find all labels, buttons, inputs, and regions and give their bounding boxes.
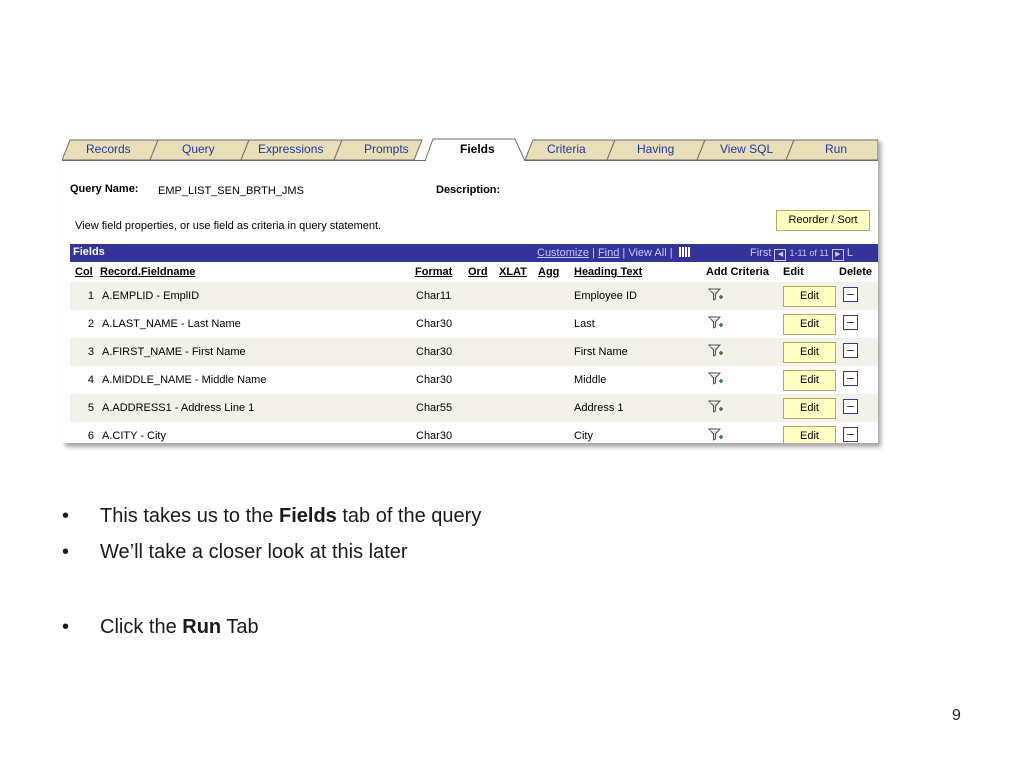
minus-icon[interactable] [843,287,858,302]
col-header-record-fieldname[interactable]: Record.Fieldname [100,266,195,278]
minus-icon[interactable] [843,427,858,442]
col-header-edit: Edit [783,266,804,278]
tab-expressions[interactable]: Expressions [258,142,323,156]
view-all-link[interactable]: View All [628,247,666,259]
filter-add-icon[interactable] [708,287,724,303]
row-record-fieldname: A.EMPLID - EmplID [102,290,200,302]
tab-query[interactable]: Query [182,142,215,156]
edit-button[interactable]: Edit [783,314,836,335]
row-col-number: 6 [87,430,94,442]
fields-grid-header-bar: Fields Customize | Find | View All | Fir… [70,244,878,262]
col-header-col[interactable]: Col [75,266,93,278]
col-header-format[interactable]: Format [415,266,452,278]
row-format: Char30 [416,346,453,358]
customize-link[interactable]: Customize [537,247,589,259]
bullet-2-text: We’ll take a closer look at this later [100,541,408,563]
row-format: Char55 [416,402,453,414]
filter-add-icon[interactable] [708,399,724,415]
row-record-fieldname: A.MIDDLE_NAME - Middle Name [102,374,267,386]
row-col-number: 1 [87,290,94,302]
col-header-heading-text[interactable]: Heading Text [574,266,642,278]
first-link[interactable]: First [750,247,771,259]
filter-add-icon[interactable] [708,343,724,359]
edit-button[interactable]: Edit [783,398,836,419]
filter-add-icon[interactable] [708,427,724,443]
query-name-value: EMP_LIST_SEN_BRTH_JMS [158,185,304,197]
bullet-1-post: tab of the query [336,505,482,527]
next-icon[interactable]: ▶ [831,249,844,261]
row-col-number: 3 [87,346,94,358]
row-format: Char30 [416,374,453,386]
row-format: Char30 [416,318,453,330]
tab-having[interactable]: Having [637,142,674,156]
tab-fields[interactable]: Fields [460,142,495,156]
bullet-marker: • [62,505,70,527]
edit-button[interactable]: Edit [783,426,836,443]
grid-icon[interactable] [678,247,690,257]
description-label: Description: [436,184,501,196]
query-manager-screenshot: Records Query Expressions Prompts Fields… [62,137,878,443]
fields-grid-title: Fields [73,246,105,258]
row-record-fieldname: A.ADDRESS1 - Address Line 1 [102,402,255,414]
prev-icon[interactable]: ◀ [774,249,787,261]
bullet-marker: • [62,541,70,563]
row-heading-text: Middle [574,374,607,386]
info-text: View field properties, or use field as c… [75,220,382,232]
tab-criteria[interactable]: Criteria [547,142,586,156]
edit-button[interactable]: Edit [783,342,836,363]
find-link[interactable]: Find [598,247,619,259]
table-row: 2 A.LAST_NAME - Last Name Char30 Last Edit [70,310,878,338]
table-row: 6 A.CITY - City Char30 City Edit [70,422,878,443]
grid-navigation: First ◀ 1-11 of 11 ▶ L [750,247,853,261]
minus-icon[interactable] [843,315,858,330]
tab-run[interactable]: Run [825,142,847,156]
bullet-marker: • [62,616,70,638]
tab-view-sql[interactable]: View SQL [720,142,773,156]
col-header-agg[interactable]: Agg [538,266,559,278]
row-heading-text: First Name [574,346,628,358]
reorder-sort-button[interactable]: Reorder / Sort [776,210,870,231]
col-header-xlat[interactable]: XLAT [499,266,527,278]
edit-button[interactable]: Edit [783,286,836,307]
filter-add-icon[interactable] [708,315,724,331]
row-heading-text: Address 1 [574,402,624,414]
table-row: 4 A.MIDDLE_NAME - Middle Name Char30 Middle… [70,366,878,394]
minus-icon[interactable] [843,371,858,386]
row-col-number: 2 [87,318,94,330]
table-row: 5 A.ADDRESS1 - Address Line 1 Char55 Addres… [70,394,878,422]
row-record-fieldname: A.FIRST_NAME - First Name [102,346,246,358]
bullet-3-post: Tab [221,616,259,638]
last-link[interactable]: L [847,247,853,259]
edit-button[interactable]: Edit [783,370,836,391]
bullet-3-pre: Click the [100,616,183,638]
row-heading-text: Employee ID [574,290,637,302]
table-row: 1 A.EMPLID - EmplID Char11 Employee ID Edit [70,282,878,310]
bullet-1-bold: Fields [278,505,337,527]
col-header-add-criteria: Add Criteria [706,266,769,278]
bullet-1-pre: This takes us to the [100,505,279,527]
row-format: Char11 [416,290,452,302]
minus-icon[interactable] [843,399,858,414]
col-header-ord[interactable]: Ord [468,266,488,278]
row-range: 1-11 of 11 [789,248,829,258]
row-format: Char30 [416,430,453,442]
page-number: 9 [952,707,961,724]
row-record-fieldname: A.CITY - City [102,430,166,442]
row-col-number: 5 [87,402,94,414]
row-record-fieldname: A.LAST_NAME - Last Name [102,318,241,330]
row-col-number: 4 [87,374,94,386]
minus-icon[interactable] [843,343,858,358]
row-heading-text: City [574,430,593,442]
row-heading-text: Last [574,318,595,330]
col-header-delete: Delete [839,266,873,278]
query-name-label: Query Name: [70,183,139,195]
filter-add-icon[interactable] [708,371,724,387]
bullet-3-bold: Run [182,616,222,638]
table-row: 3 A.FIRST_NAME - First Name Char30 First Na… [70,338,878,366]
tab-strip: Records Query Expressions Prompts Fields… [62,137,878,161]
tab-records[interactable]: Records [86,142,131,156]
tab-prompts[interactable]: Prompts [364,142,409,156]
grid-links: Customize | Find | View All | [537,247,690,259]
